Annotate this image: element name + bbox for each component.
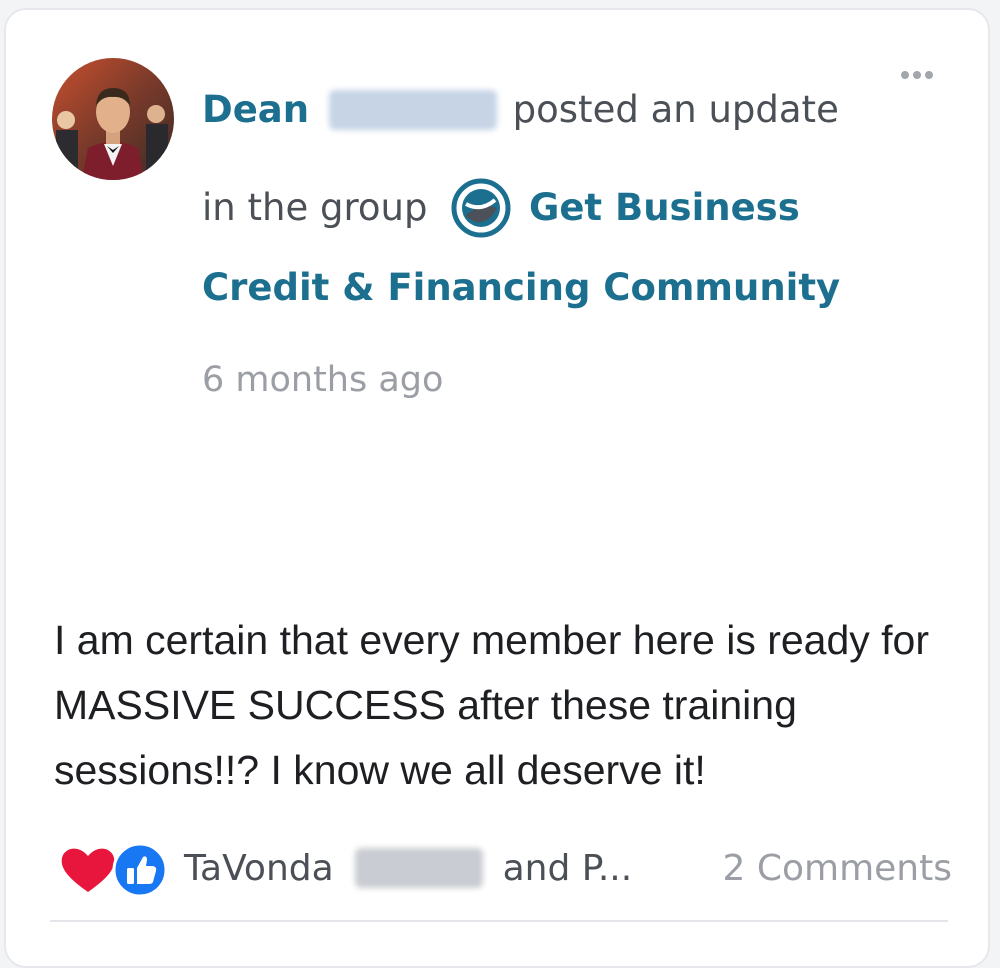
group-name-link-part2[interactable]: Credit & Financing Community — [202, 266, 840, 309]
post-header-line3: Credit & Financing Community — [202, 266, 840, 309]
reactors-list[interactable]: TaVonda and P... — [184, 848, 632, 889]
post-body: I am certain that every member here is r… — [54, 617, 930, 793]
author-name-link[interactable]: Dean — [202, 88, 309, 131]
dot — [901, 71, 909, 79]
more-options-button[interactable] — [892, 64, 942, 86]
action-text: posted an update — [512, 88, 839, 131]
heart-icon — [61, 848, 115, 892]
in-group-text: in the group — [202, 186, 428, 229]
comments-count-link[interactable]: 2 Comments — [723, 848, 952, 889]
dot — [925, 71, 933, 79]
group-name-link-part1[interactable]: Get Business — [529, 186, 800, 229]
group-logo-icon[interactable] — [451, 178, 511, 238]
reaction-icons[interactable] — [58, 840, 170, 900]
thumbs-up-icon — [112, 842, 168, 898]
post-header-line1: Dean posted an update — [202, 88, 839, 131]
reactions-row: TaVonda and P... 2 Comments — [58, 840, 952, 900]
author-avatar[interactable] — [52, 58, 174, 180]
reactor-first-name: TaVonda — [184, 848, 334, 889]
redacted-surname — [328, 90, 497, 130]
post-timestamp[interactable]: 6 months ago — [202, 360, 443, 400]
divider — [50, 920, 948, 922]
dot — [913, 71, 921, 79]
avatar-photo — [52, 58, 174, 180]
post-header-line2: in the group Get Business — [202, 178, 800, 238]
activity-post-card: Dean posted an update in the group Get B… — [4, 8, 990, 968]
redacted-surname — [355, 848, 484, 888]
reactor-rest: and P... — [502, 848, 633, 889]
